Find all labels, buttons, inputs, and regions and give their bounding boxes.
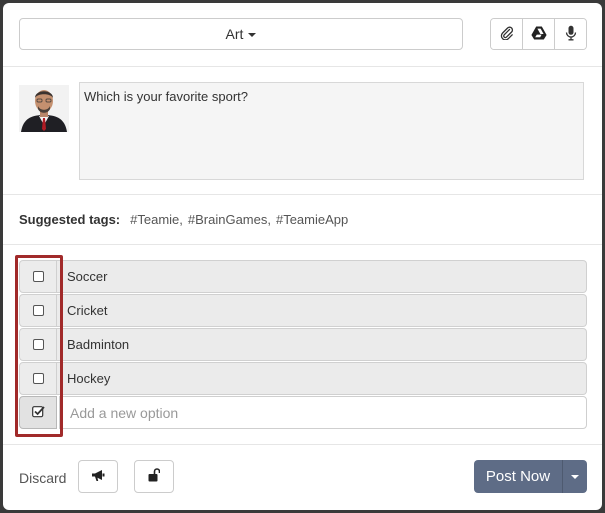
- tag-teamieapp[interactable]: #TeamieApp: [276, 212, 348, 227]
- tag-braingames[interactable]: #BrainGames,: [188, 212, 271, 227]
- google-drive-button[interactable]: [523, 19, 555, 49]
- google-drive-icon: [530, 26, 547, 43]
- announcement-button[interactable]: [78, 460, 118, 493]
- chevron-down-icon: [571, 474, 579, 479]
- privacy-toggle-button[interactable]: [134, 460, 174, 493]
- post-now-button[interactable]: Post Now: [474, 460, 563, 493]
- post-options-toggle[interactable]: [563, 460, 587, 493]
- unlock-icon: [148, 468, 161, 485]
- avatar: [19, 85, 69, 132]
- option-checkbox[interactable]: [19, 260, 57, 293]
- poll-option-row: Hockey: [19, 362, 587, 395]
- poll-option-row: Badminton: [19, 328, 587, 361]
- composer-footer: Discard Post Now: [3, 445, 602, 510]
- checkbox-empty-icon: [32, 305, 44, 316]
- new-option-input[interactable]: Add a new option: [59, 396, 587, 429]
- composer-header: Art: [3, 3, 602, 67]
- option-checkbox[interactable]: [19, 362, 57, 395]
- megaphone-icon: [91, 469, 105, 485]
- option-label-cricket[interactable]: Cricket: [57, 294, 587, 327]
- record-audio-button[interactable]: [555, 19, 586, 49]
- poll-option-row: Soccer: [19, 260, 587, 293]
- option-label-soccer[interactable]: Soccer: [57, 260, 587, 293]
- category-dropdown[interactable]: Art: [19, 18, 463, 50]
- post-button-group: Post Now: [474, 460, 587, 493]
- suggested-tags-label: Suggested tags:: [19, 212, 121, 227]
- option-checkbox[interactable]: [19, 294, 57, 327]
- chevron-down-icon: [248, 33, 257, 37]
- poll-options: Soccer Cricket Badminton Hockey Add a ne…: [3, 245, 602, 445]
- post-composer-card: Art Which is your favorite sport? Sugges…: [3, 3, 602, 510]
- attachment-toolbar: [490, 18, 587, 50]
- option-label-hockey[interactable]: Hockey: [57, 362, 587, 395]
- checkbox-empty-icon: [32, 339, 44, 350]
- question-textarea[interactable]: Which is your favorite sport?: [79, 82, 584, 180]
- suggested-tags: Suggested tags: #Teamie, #BrainGames, #T…: [3, 195, 602, 245]
- attach-file-button[interactable]: [491, 19, 523, 49]
- category-label: Art: [225, 26, 244, 42]
- poll-option-row: Cricket: [19, 294, 587, 327]
- checkbox-empty-icon: [32, 271, 44, 282]
- paperclip-icon: [500, 26, 514, 43]
- tag-teamie[interactable]: #Teamie,: [130, 212, 183, 227]
- option-checkbox[interactable]: [19, 328, 57, 361]
- discard-link[interactable]: Discard: [19, 470, 66, 486]
- new-option-row: Add a new option: [19, 396, 587, 429]
- option-label-badminton[interactable]: Badminton: [57, 328, 587, 361]
- question-composer: Which is your favorite sport?: [3, 67, 602, 195]
- microphone-icon: [565, 25, 577, 44]
- add-option-checkbox[interactable]: [19, 396, 57, 429]
- checkbox-checked-icon: [31, 405, 45, 421]
- checkbox-empty-icon: [32, 373, 44, 384]
